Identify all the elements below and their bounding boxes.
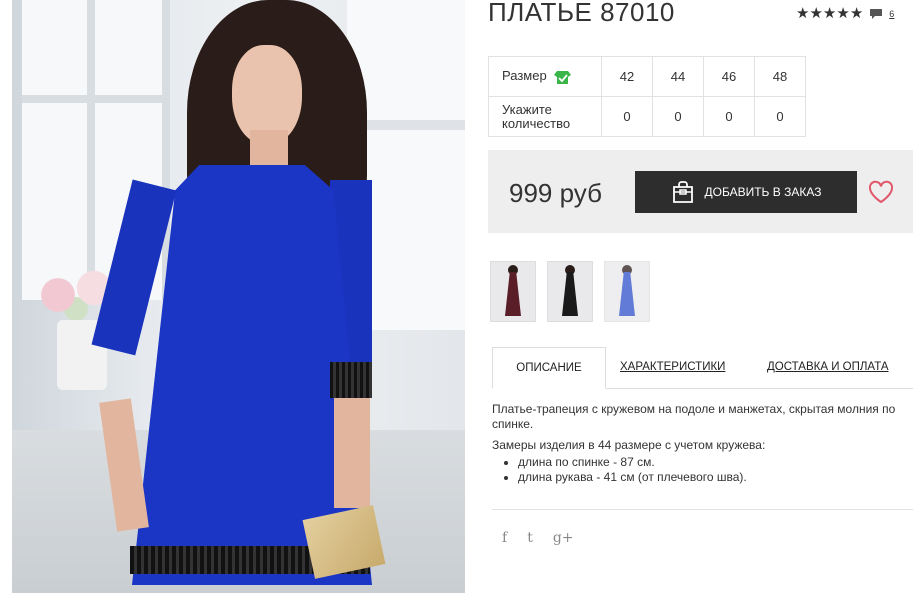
list-item: длина по спинке - 87 см. xyxy=(518,455,902,470)
list-item: длина рукава - 41 см (от плечевого шва). xyxy=(518,470,902,485)
thumbnail-dress xyxy=(619,272,635,316)
quantity-input-46[interactable]: 0 xyxy=(703,96,755,137)
thumbnail-dress xyxy=(505,272,521,316)
tab-description[interactable]: ОПИСАНИЕ xyxy=(492,347,606,389)
buy-box: 999 руб ДОБАВИТЬ В ЗАКАЗ xyxy=(488,150,913,233)
size-label: Размер xyxy=(502,68,547,84)
size-label-cell: Размер xyxy=(488,56,602,97)
product-main-photo[interactable] xyxy=(12,0,465,593)
divider xyxy=(492,509,913,510)
quantity-label-cell: Укажите количество xyxy=(488,96,602,137)
quantity-label-line1: Укажите xyxy=(502,101,552,117)
social-share: f t g+ xyxy=(502,530,594,546)
size-check-icon[interactable] xyxy=(554,70,572,85)
quantity-input-44[interactable]: 0 xyxy=(652,96,704,137)
star-icon: ★ xyxy=(849,5,864,22)
twitter-icon[interactable]: t xyxy=(527,530,533,546)
description-measurements-heading: Замеры изделия в 44 размере с учетом кру… xyxy=(492,438,766,452)
thumbnail-burgundy-dress[interactable] xyxy=(490,261,536,322)
facebook-icon[interactable]: f xyxy=(502,530,507,546)
size-quantity-table: Размер 42 44 46 48 Укажите количество 0 … xyxy=(488,56,806,137)
quantity-label-line2: количество xyxy=(502,115,571,131)
star-icon: ★ xyxy=(809,5,823,22)
size-option-44[interactable]: 44 xyxy=(652,56,704,97)
product-title: ПЛАТЬЕ 87010 xyxy=(488,0,675,27)
quantity-input-48[interactable]: 0 xyxy=(754,96,806,137)
quantity-row: Укажите количество 0 0 0 0 xyxy=(488,96,806,137)
color-thumbnails xyxy=(490,261,661,322)
thumbnail-black-dress[interactable] xyxy=(547,261,593,322)
comment-icon[interactable] xyxy=(869,8,883,20)
size-row: Размер 42 44 46 48 xyxy=(488,56,806,97)
add-to-order-button[interactable]: ДОБАВИТЬ В ЗАКАЗ xyxy=(635,171,857,213)
google-plus-icon[interactable]: g+ xyxy=(553,530,574,546)
review-count-link[interactable]: 6 xyxy=(889,9,894,19)
star-icon: ★ xyxy=(796,5,810,22)
thumbnail-blue-dress[interactable] xyxy=(604,261,650,322)
size-option-48[interactable]: 48 xyxy=(754,56,806,97)
star-icon: ★ xyxy=(836,5,850,22)
product-description: Платье-трапеция с кружевом на подоле и м… xyxy=(492,402,902,485)
product-tabs: ОПИСАНИЕ ХАРАКТЕРИСТИКИ ДОСТАВКА И ОПЛАТ… xyxy=(492,347,913,389)
product-price: 999 руб xyxy=(509,178,602,208)
tab-characteristics[interactable]: ХАРАКТЕРИСТИКИ xyxy=(620,347,725,387)
wishlist-heart-icon[interactable] xyxy=(868,180,894,204)
add-to-order-label: ДОБАВИТЬ В ЗАКАЗ xyxy=(704,185,822,199)
thumbnail-dress xyxy=(562,272,578,316)
size-option-46[interactable]: 46 xyxy=(703,56,755,97)
shopping-bag-icon xyxy=(672,181,693,203)
size-option-42[interactable]: 42 xyxy=(601,56,653,97)
model-arm-right xyxy=(334,398,370,508)
sleeve-lace xyxy=(330,362,372,398)
quantity-input-42[interactable]: 0 xyxy=(601,96,653,137)
measurements-list: длина по спинке - 87 см. длина рукава - … xyxy=(492,455,902,485)
tab-delivery-payment[interactable]: ДОСТАВКА И ОПЛАТА xyxy=(767,347,889,387)
star-icon: ★ xyxy=(822,5,837,22)
description-paragraph: Платье-трапеция с кружевом на подоле и м… xyxy=(492,402,896,431)
product-rating[interactable]: ★ ★ ★ ★ ★ 6 xyxy=(796,5,894,23)
